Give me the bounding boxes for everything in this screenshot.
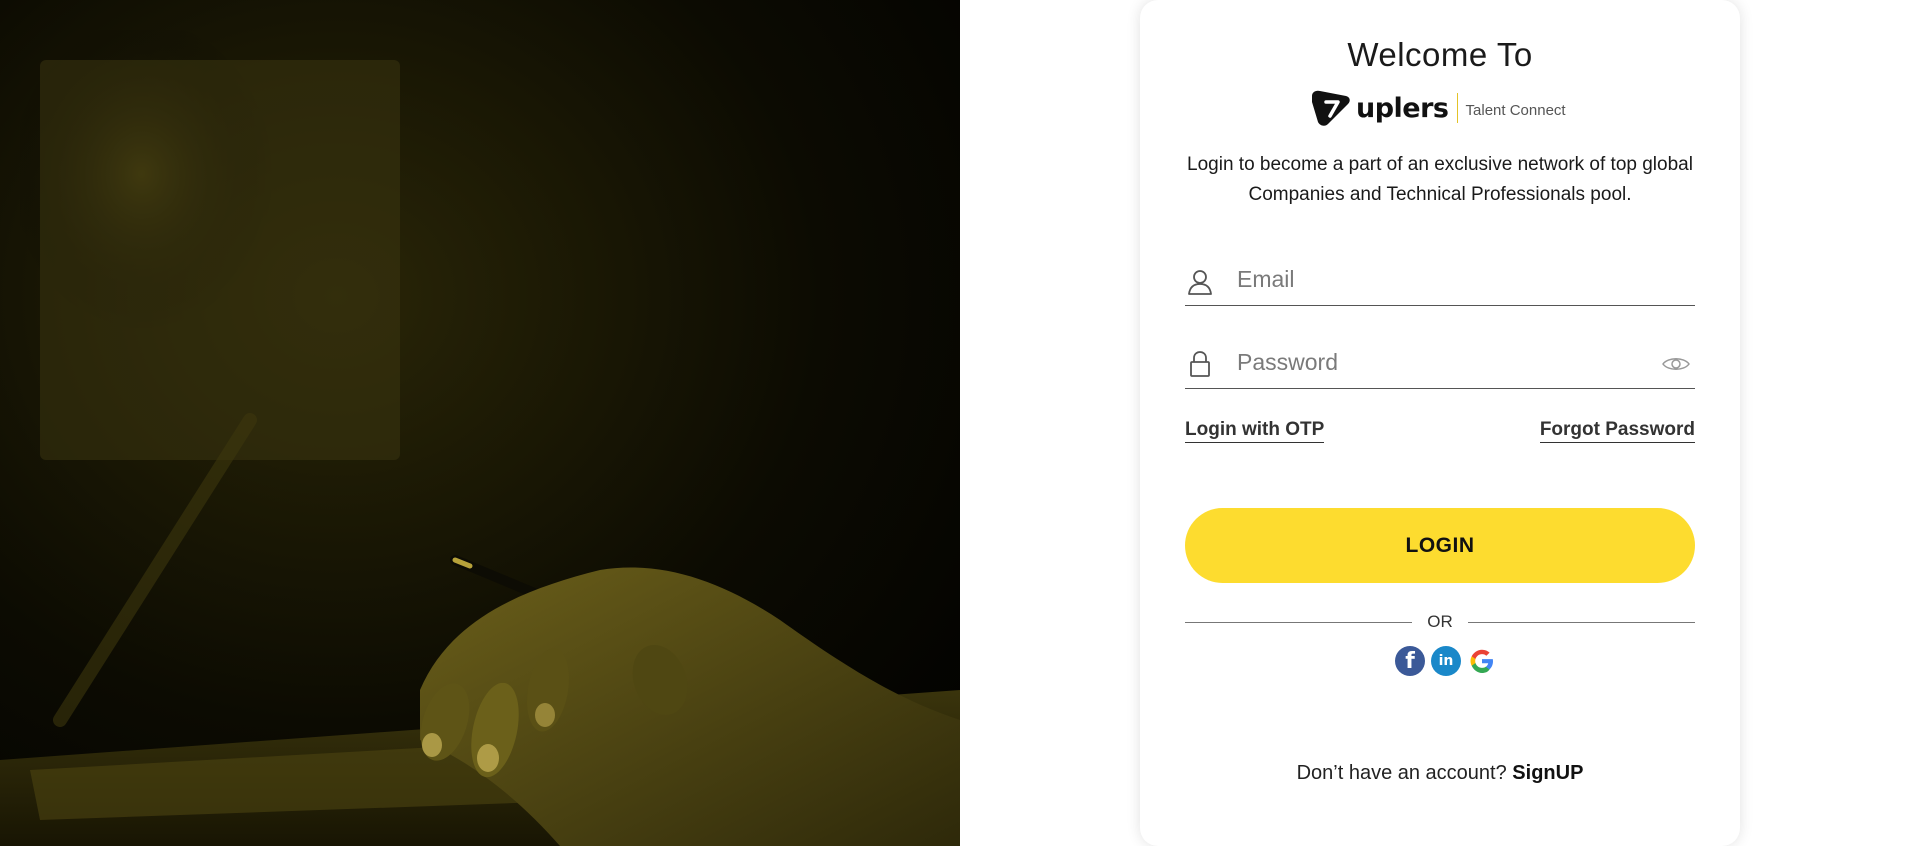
password-input[interactable]	[1237, 342, 1637, 382]
login-with-otp-link[interactable]: Login with OTP	[1185, 419, 1325, 443]
intro-text: Login to become a part of an exclusive n…	[1187, 154, 1693, 205]
login-button[interactable]: LOGIN	[1185, 508, 1695, 583]
social-login-group: f in	[1395, 646, 1497, 676]
brand-tagline: Talent Connect	[1465, 101, 1566, 119]
eye-icon[interactable]	[1661, 354, 1691, 374]
login-page: Welcome To uplers Talent Connect Login t…	[0, 0, 1920, 846]
brand-name: uplers	[1356, 92, 1449, 124]
email-field	[1185, 255, 1695, 306]
hero-image	[0, 0, 960, 846]
password-field	[1185, 338, 1695, 389]
or-divider: OR	[1185, 610, 1695, 634]
user-icon	[1188, 270, 1212, 295]
facebook-icon[interactable]: f	[1395, 646, 1425, 676]
welcome-heading: Welcome To	[1347, 36, 1533, 73]
forgot-password-link[interactable]: Forgot Password	[1539, 419, 1695, 443]
signup-row: Don’t have an account? SignUP	[1140, 762, 1740, 785]
uplers-logo-icon	[1312, 90, 1350, 126]
google-glyph-icon	[1470, 649, 1493, 673]
or-line-right	[1468, 622, 1695, 623]
brand-logo: uplers Talent Connect	[1308, 88, 1566, 128]
linkedin-icon[interactable]: in	[1431, 646, 1461, 676]
brand-divider	[1456, 93, 1458, 123]
login-card: Welcome To uplers Talent Connect Login t…	[1140, 0, 1740, 846]
email-input[interactable]	[1237, 259, 1637, 299]
google-icon[interactable]	[1467, 646, 1497, 676]
signup-link[interactable]: SignUP	[1512, 762, 1583, 784]
signup-prompt: Don’t have an account?	[1296, 762, 1507, 784]
lock-icon	[1190, 351, 1210, 377]
